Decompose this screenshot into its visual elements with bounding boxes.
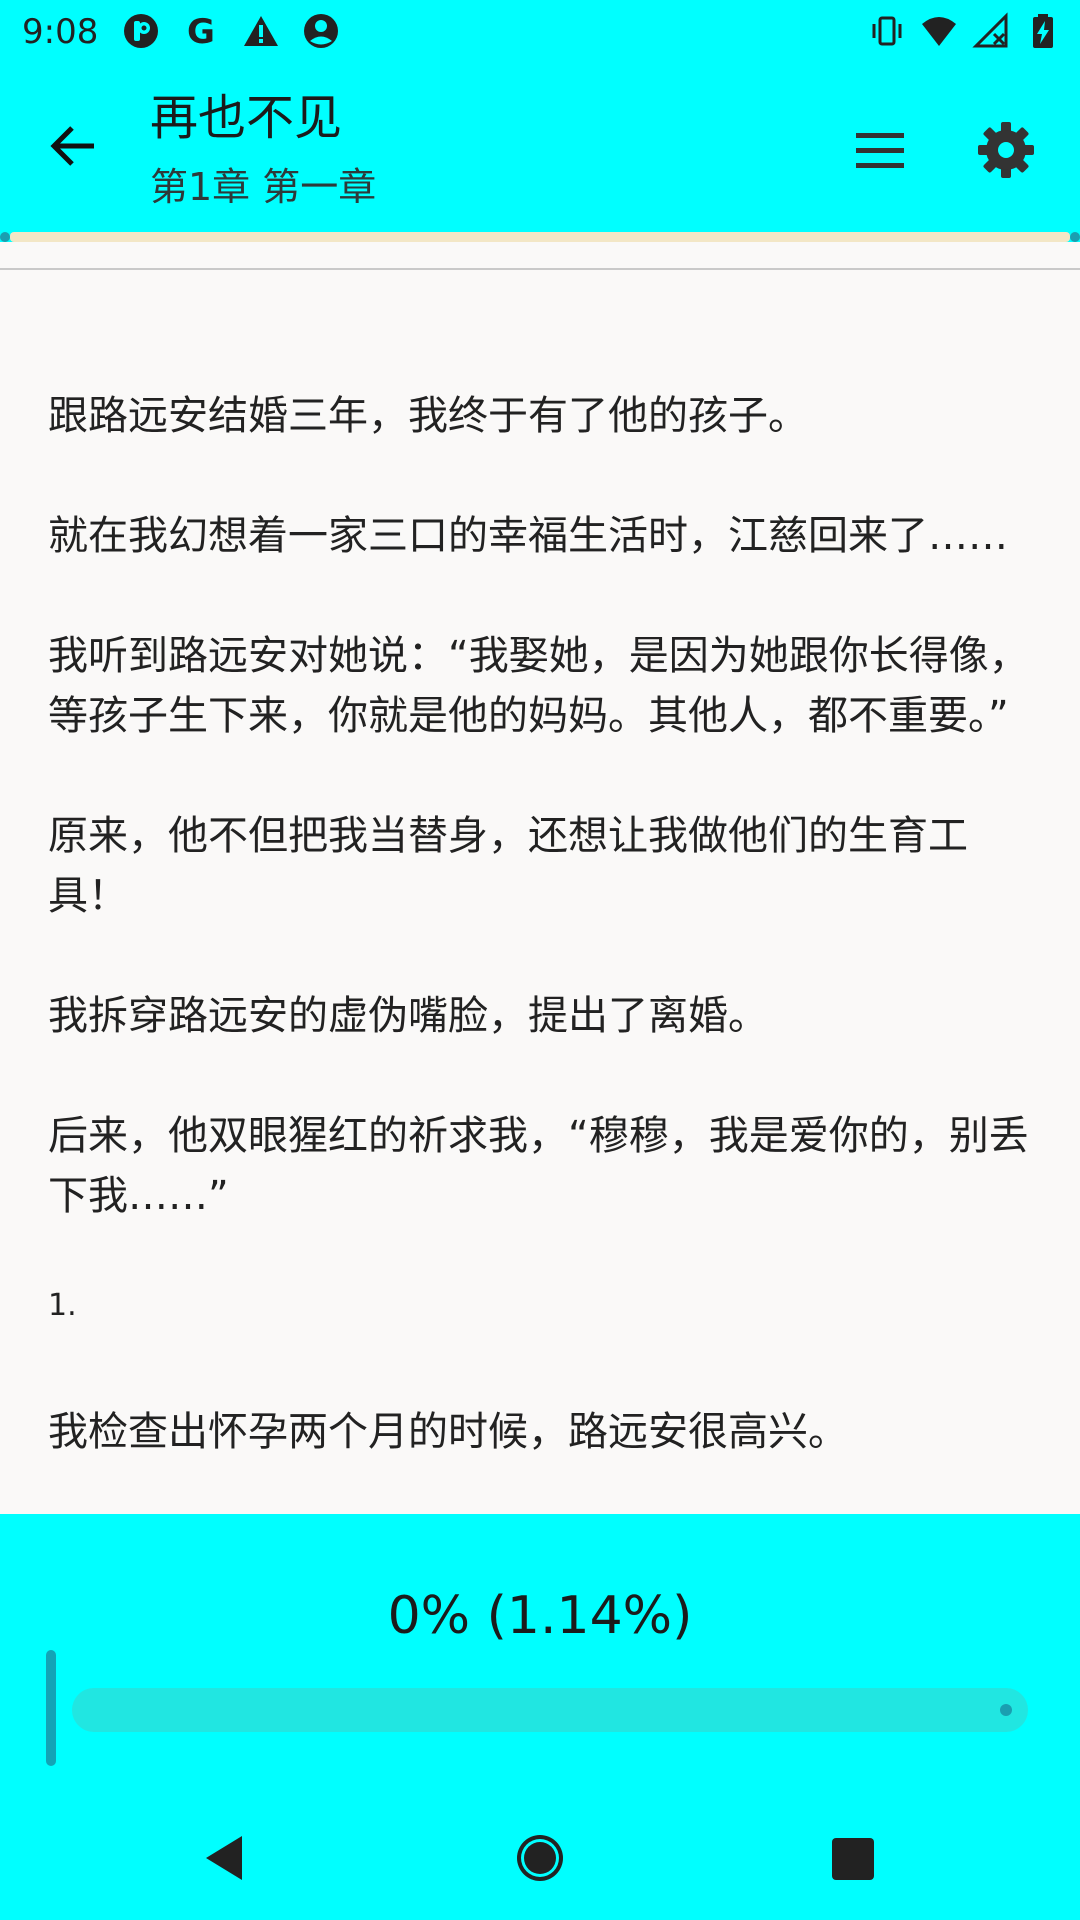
svg-text:G: G <box>187 12 215 50</box>
status-time: 9:08 <box>22 12 99 52</box>
nav-back-button[interactable] <box>200 1832 252 1884</box>
paragraph: 我拆穿路远安的虚伪嘴脸，提出了离婚。 <box>48 993 768 1039</box>
paragraph: 就在我幻想着一家三口的幸福生活时，江慈回来了…… <box>48 513 1008 559</box>
vibrate-icon <box>868 12 906 50</box>
nav-recent-button[interactable] <box>828 1834 878 1884</box>
reading-content: 跟路远安结婚三年，我终于有了他的孩子。 就在我幻想着一家三口的幸福生活时，江慈回… <box>48 386 1038 1522</box>
paragraph: 后来，他双眼猩红的祈求我，“穆穆，我是爱你的，别丢下我……” <box>48 1113 1029 1219</box>
paragraph: 跟路远安结婚三年，我终于有了他的孩子。 <box>48 393 808 439</box>
reader-screen: 9:08 G 再也不见 第1章 第一章 跟路远安结婚三年，我终于有了他的孩子。 … <box>0 0 1080 1920</box>
status-bar: 9:08 G <box>0 0 1080 64</box>
chapter-progress-start-dot <box>0 232 10 242</box>
pocket-icon <box>122 12 160 50</box>
app-bar: 再也不见 第1章 第一章 <box>0 64 1080 230</box>
status-left-icons: G <box>122 12 340 52</box>
seek-bar[interactable] <box>72 1688 1028 1732</box>
account-circle-icon <box>302 12 340 50</box>
chapter-progress-track <box>10 232 1070 242</box>
wifi-icon <box>920 12 958 50</box>
google-icon: G <box>182 12 220 52</box>
chapter-progress-end-dot <box>1070 232 1080 242</box>
chapter-progress-strip <box>0 230 1080 242</box>
warning-icon <box>242 12 280 50</box>
nav-home-button[interactable] <box>514 1832 566 1884</box>
seek-handle[interactable] <box>46 1650 56 1766</box>
menu-icon <box>856 133 904 168</box>
paragraph: 我检查出怀孕两个月的时候，路远安很高兴。 <box>48 1409 848 1455</box>
book-title: 再也不见 <box>150 90 343 146</box>
arrow-back-icon <box>50 126 94 166</box>
bottom-control-panel: 0% (1.14%) <box>0 1514 1080 1920</box>
nav-back-icon <box>206 1836 242 1880</box>
chapter-subtitle: 第1章 第一章 <box>150 165 377 209</box>
nav-home-icon <box>517 1835 563 1881</box>
chapter-menu-button[interactable] <box>848 118 912 182</box>
settings-icon <box>978 122 1034 178</box>
no-signal-icon <box>972 12 1010 50</box>
status-right-icons <box>868 12 1062 50</box>
seek-bar-end-dot <box>1000 1704 1012 1716</box>
settings-button[interactable] <box>974 118 1038 182</box>
progress-text: 0% (1.14%) <box>387 1586 693 1646</box>
section-number: 1. <box>48 1288 77 1323</box>
battery-charging-icon <box>1024 12 1062 50</box>
back-button[interactable] <box>40 114 104 178</box>
content-divider <box>0 268 1080 270</box>
paragraph: 原来，他不但把我当替身，还想让我做他们的生育工具！ <box>48 813 968 919</box>
paragraph: 我听到路远安对她说：“我娶她，是因为她跟你长得像，等孩子生下来，你就是他的妈妈。… <box>48 633 1029 739</box>
nav-recent-icon <box>832 1838 874 1880</box>
